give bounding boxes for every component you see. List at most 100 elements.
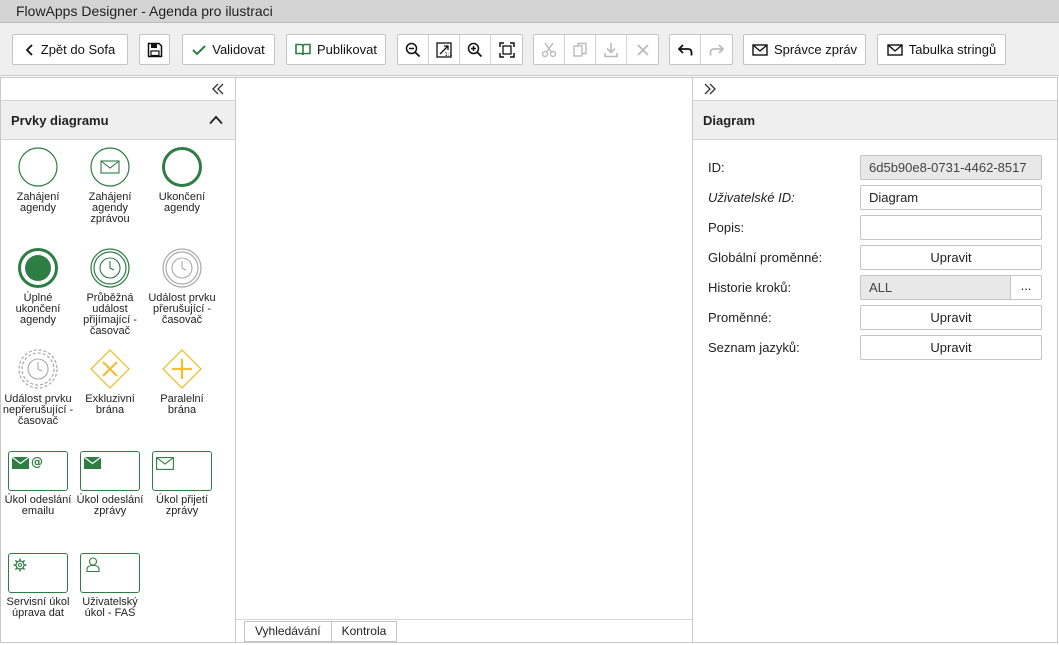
zoom-out-button[interactable]	[398, 35, 429, 64]
zoom-actual-size-icon: 1:1	[436, 41, 453, 58]
email-send-task-icon: @	[8, 451, 68, 491]
palette-item-message-start-event[interactable]: Zahájení agendy zprávou	[74, 146, 146, 225]
edit-group	[533, 34, 659, 65]
prop-row-history: Historie kroků: ALL ...	[708, 275, 1043, 301]
languages-label: Seznam jazyků:	[708, 340, 800, 355]
palette-item-exclusive-gateway[interactable]: Exkluzivní brána	[74, 348, 146, 416]
palette-panel: Prvky diagramu Zahájení agendy Zahájení …	[0, 77, 236, 643]
publish-button[interactable]: Publikovat	[286, 34, 386, 65]
palette-collapse-bar	[1, 78, 235, 101]
tab-search[interactable]: Vyhledávání	[244, 621, 332, 642]
redo-icon	[709, 43, 724, 55]
exclusive-gateway-icon	[90, 349, 130, 389]
validate-button[interactable]: Validovat	[182, 34, 275, 65]
vars-label: Proměnné:	[708, 310, 772, 325]
book-icon	[295, 43, 311, 56]
vars-edit-button[interactable]: Upravit	[860, 305, 1042, 330]
parallel-gateway-icon	[162, 349, 202, 389]
bottom-tabs: Vyhledávání Kontrola	[244, 621, 398, 642]
properties-title: Diagram	[703, 113, 756, 128]
service-task-icon	[8, 553, 68, 593]
timer-boundary-interrupting-icon	[162, 248, 202, 288]
prop-row-vars: Proměnné: Upravit	[708, 305, 1043, 331]
palette-item-timer-boundary-interrupting[interactable]: Událost prvku přerušující - časovač	[146, 247, 218, 326]
palette-item-email-task[interactable]: @ Úkol odeslání emailu	[2, 451, 74, 517]
string-table-button[interactable]: Tabulka stringů	[877, 34, 1006, 65]
double-chevron-left-icon[interactable]	[211, 83, 225, 95]
prop-row-global-vars: Globální proměnné: Upravit	[708, 245, 1043, 271]
palette-item-message-receive-task[interactable]: Úkol přijetí zprávy	[146, 451, 218, 517]
canvas-bottom-divider	[236, 619, 693, 620]
svg-text:1:1: 1:1	[445, 52, 453, 58]
user-icon	[86, 557, 100, 572]
fit-to-screen-icon	[498, 41, 515, 58]
history-label: Historie kroků:	[708, 280, 792, 295]
description-label: Popis:	[708, 220, 745, 235]
diagram-canvas[interactable]: Vyhledávání Kontrola	[236, 77, 693, 643]
gear-icon	[13, 558, 27, 572]
undo-icon	[677, 43, 693, 55]
palette-item-label: Ukončení agendy	[158, 191, 206, 214]
undo-button[interactable]	[670, 35, 701, 64]
prop-row-user-id: Uživatelské ID: Diagram	[708, 185, 1043, 211]
double-chevron-right-icon[interactable]	[703, 83, 717, 95]
description-field[interactable]	[860, 215, 1042, 240]
message-receive-task-icon	[152, 451, 212, 491]
close-icon	[636, 43, 649, 56]
delete-button[interactable]	[627, 35, 658, 64]
window-title: FlowApps Designer - Agenda pro ilustraci	[0, 0, 1059, 23]
publish-button-label: Publikovat	[317, 42, 377, 57]
palette-header[interactable]: Prvky diagramu	[1, 101, 235, 140]
palette-item-label: Úplné ukončení agendy	[15, 292, 61, 326]
save-button[interactable]	[139, 34, 170, 65]
history-group	[669, 34, 733, 65]
user-id-field[interactable]: Diagram	[860, 185, 1042, 210]
at-sign-icon: @	[31, 455, 43, 468]
zoom-fit-button[interactable]	[491, 35, 522, 64]
palette-item-label: Událost prvku nepřerušující - časovač	[2, 393, 74, 427]
zoom-group: 1:1	[397, 34, 523, 65]
scissors-icon	[541, 42, 557, 57]
palette-item-label: Zahájení agendy	[16, 191, 60, 214]
timer-boundary-non-interrupting-icon	[18, 349, 58, 389]
palette-item-end-event[interactable]: Ukončení agendy	[146, 146, 218, 214]
palette-item-parallel-gateway[interactable]: Paralelní brána	[146, 348, 218, 416]
paste-button[interactable]	[596, 35, 627, 64]
palette-item-label: Uživatelský úkol - FAS	[82, 596, 138, 619]
palette-item-terminate-event[interactable]: Úplné ukončení agendy	[2, 247, 74, 326]
id-label: ID:	[708, 160, 725, 175]
back-button[interactable]: Zpět do Sofa	[12, 34, 128, 65]
envelope-icon	[752, 43, 768, 56]
prop-row-languages: Seznam jazyků: Upravit	[708, 335, 1043, 361]
history-select[interactable]: ALL	[860, 275, 1011, 300]
redo-button[interactable]	[701, 35, 732, 64]
zoom-in-button[interactable]	[460, 35, 491, 64]
copy-button[interactable]	[565, 35, 596, 64]
palette-item-label: Exkluzivní brána	[85, 393, 135, 416]
palette-item-start-event[interactable]: Zahájení agendy	[2, 146, 74, 214]
palette-item-service-task[interactable]: Servisní úkol úprava dat	[2, 553, 74, 619]
chevron-left-icon	[25, 43, 33, 56]
tab-check[interactable]: Kontrola	[330, 621, 398, 642]
prop-row-id: ID: 6d5b90e8-0731-4462-8517	[708, 155, 1043, 181]
timer-intermediate-event-icon	[90, 248, 130, 288]
palette-item-timer-intermediate[interactable]: Průběžná událost přijímající - časovač	[74, 247, 146, 337]
filled-envelope-icon	[84, 457, 101, 469]
message-manager-button[interactable]: Správce zpráv	[743, 34, 866, 65]
prop-row-description: Popis:	[708, 215, 1043, 241]
palette-item-label: Úkol odeslání zprávy	[76, 494, 144, 517]
chevron-up-icon[interactable]	[209, 115, 223, 125]
save-icon	[147, 42, 162, 57]
toolbar: Zpět do Sofa Validovat Publikovat 1:1 Sp…	[0, 23, 1059, 76]
message-start-event-icon	[90, 147, 130, 187]
palette-item-message-send-task[interactable]: Úkol odeslání zprávy	[74, 451, 146, 517]
zoom-reset-button[interactable]: 1:1	[429, 35, 460, 64]
global-vars-edit-button[interactable]: Upravit	[860, 245, 1042, 270]
palette-item-timer-boundary-non-interrupting[interactable]: Událost prvku nepřerušující - časovač	[2, 348, 74, 427]
languages-edit-button[interactable]: Upravit	[860, 335, 1042, 360]
palette-item-label: Průběžná událost přijímající - časovač	[83, 292, 137, 337]
zoom-in-icon	[467, 42, 483, 57]
cut-button[interactable]	[534, 35, 565, 64]
palette-item-user-task[interactable]: Uživatelský úkol - FAS	[74, 553, 146, 619]
history-more-button[interactable]: ...	[1010, 275, 1042, 300]
